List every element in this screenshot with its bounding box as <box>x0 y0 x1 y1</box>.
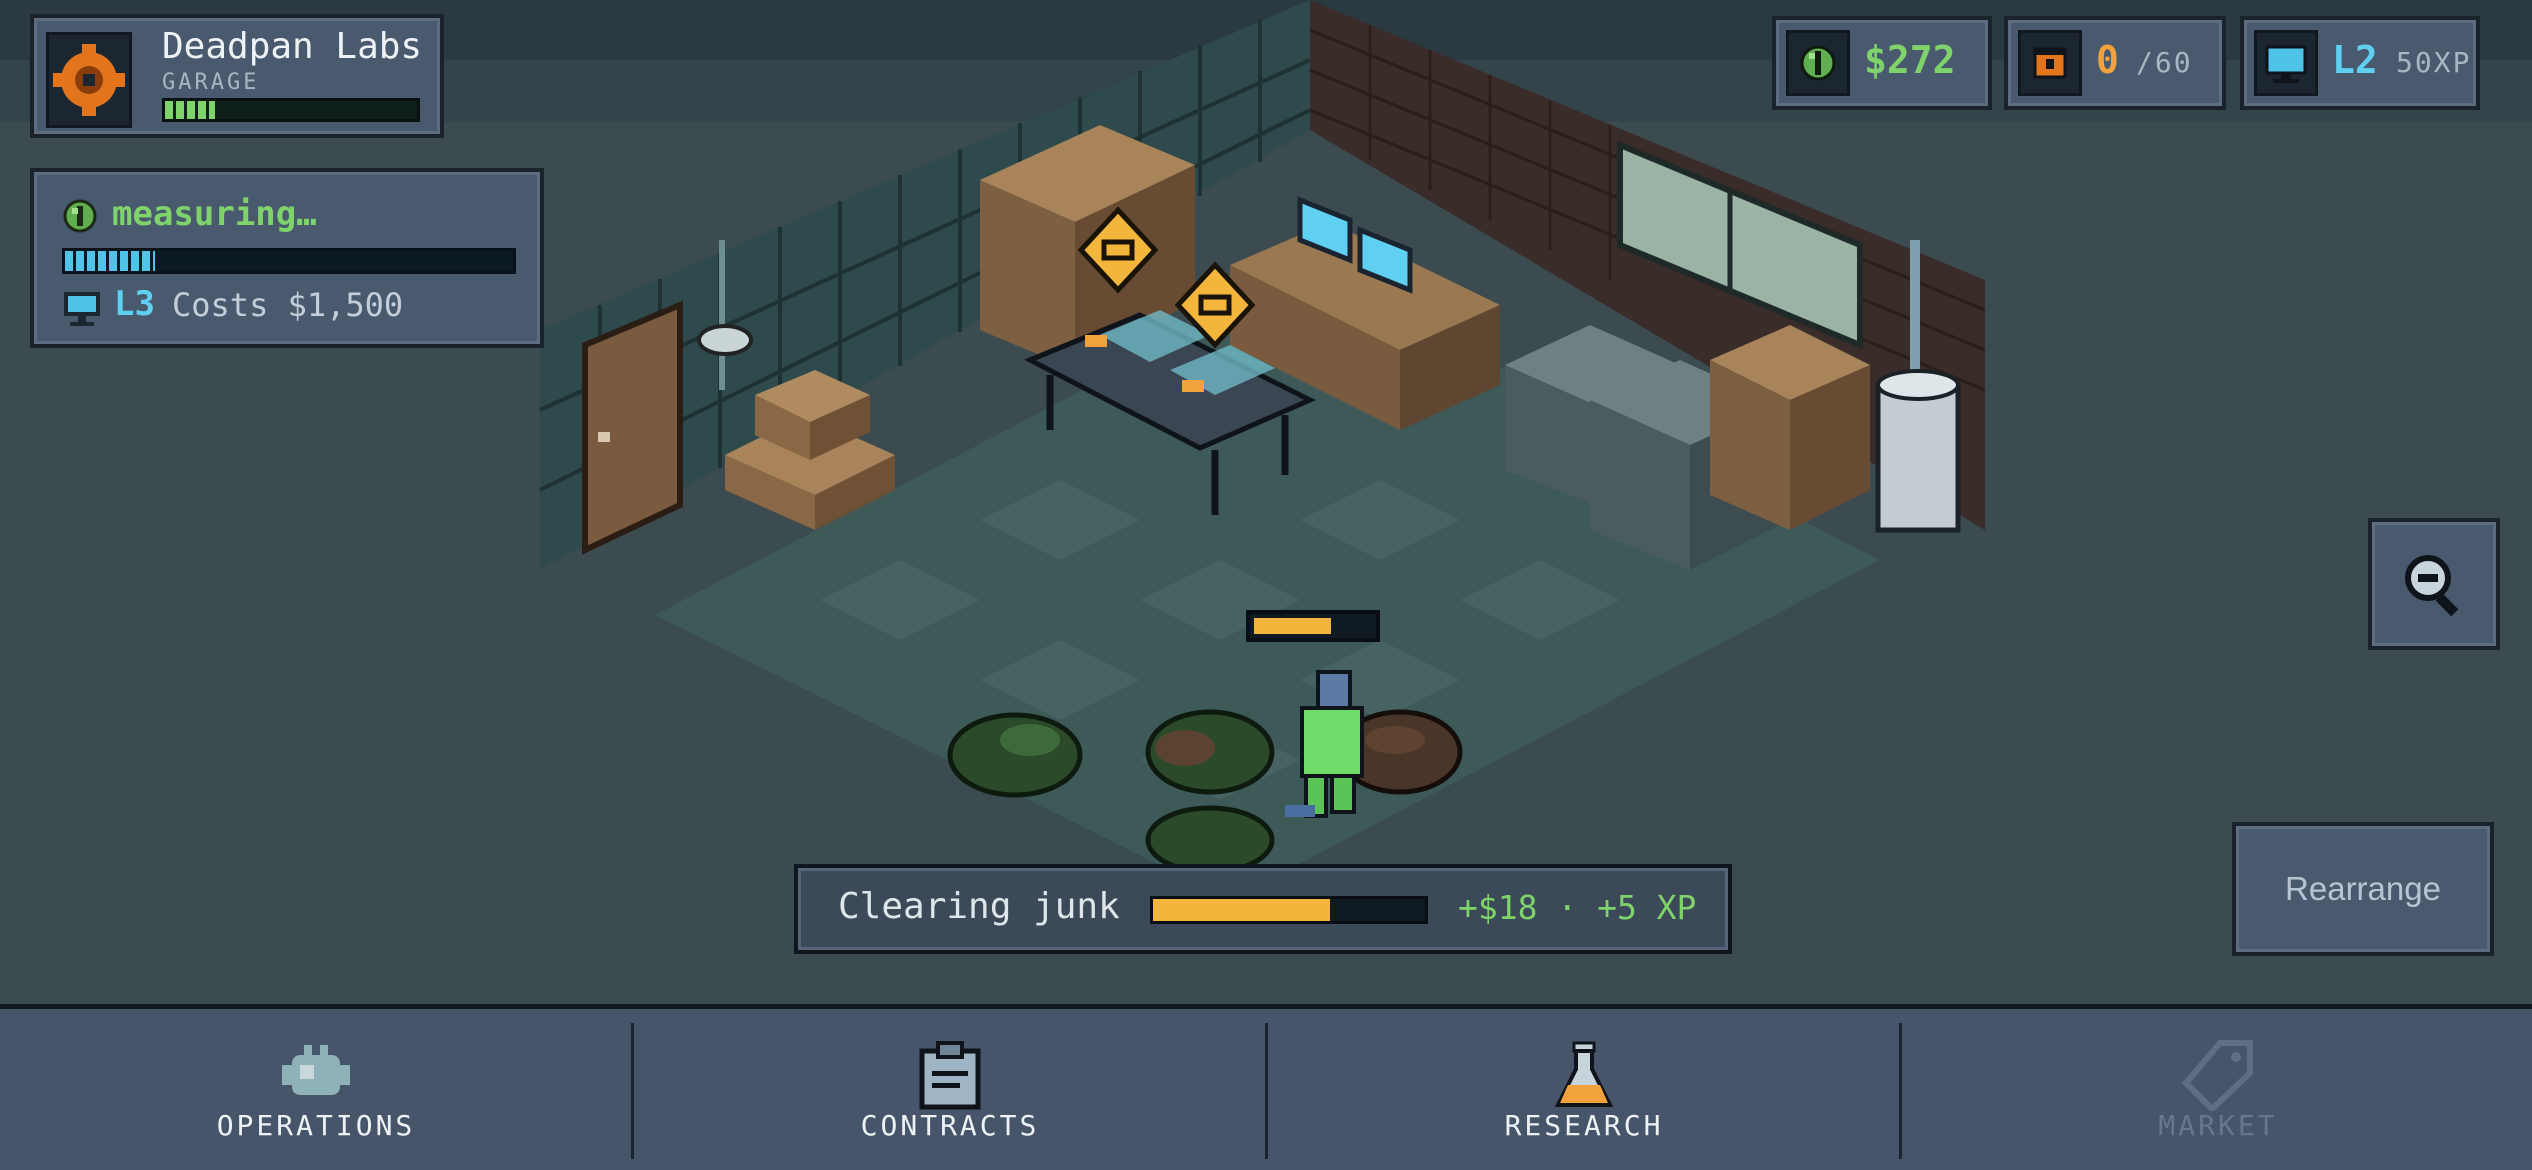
nav-contracts[interactable]: CONTRACTS <box>634 1009 1266 1170</box>
task-status: Clearing junk +$18 · +5 XP <box>794 864 1732 954</box>
money-stat[interactable]: $272 <box>1772 16 1992 110</box>
cash-icon <box>1786 30 1850 96</box>
magnifier-icon <box>2398 548 2470 620</box>
research-status-panel[interactable]: measuring… L3 Costs $1,500 <box>30 168 544 348</box>
clipboard-icon <box>912 1039 988 1111</box>
junk-pile[interactable] <box>947 712 1083 798</box>
task-progress-fill <box>1153 899 1330 921</box>
tag-icon <box>2180 1039 2256 1114</box>
crate-icon <box>2018 30 2082 96</box>
computer-icon <box>62 290 102 328</box>
lab-progress-bar <box>162 98 420 122</box>
status-orb-icon <box>62 198 98 234</box>
monitor-icon <box>2254 30 2318 96</box>
nav-research-label: RESEARCH <box>1504 1109 1664 1142</box>
nav-market[interactable]: MARKET <box>1902 1009 2532 1170</box>
storage-stat[interactable]: 0 /60 <box>2004 16 2226 110</box>
lab-gear-icon <box>46 32 132 128</box>
lab-progress-fill <box>165 101 216 119</box>
nav-market-label: MARKET <box>2158 1109 2278 1142</box>
lab-name: Deadpan Labs <box>162 26 423 67</box>
junk-pile[interactable] <box>1145 805 1275 875</box>
nav-research[interactable]: RESEARCH <box>1268 1009 1900 1170</box>
garage-scene[interactable] <box>0 0 2532 1000</box>
storage-max: /60 <box>2136 46 2193 79</box>
lab-tier: GARAGE <box>162 70 260 95</box>
bottom-nav: OPERATIONS CONTRACTS RESEARCH MARKET <box>0 1004 2532 1170</box>
storage-cabinet[interactable] <box>1710 325 1870 530</box>
next-level: L3 <box>114 284 155 324</box>
money-value: $272 <box>1864 38 1956 82</box>
junk-pile[interactable] <box>1145 709 1275 795</box>
nav-contracts-label: CONTRACTS <box>860 1109 1040 1142</box>
status-progress-fill <box>65 251 155 271</box>
upgrade-cost: Costs $1,500 <box>172 286 404 324</box>
status-progress-bar <box>62 248 516 274</box>
robot-icon <box>278 1039 354 1111</box>
nav-operations[interactable]: OPERATIONS <box>0 1009 632 1170</box>
flask-icon <box>1546 1039 1622 1111</box>
task-progress-bar <box>1150 896 1428 924</box>
door[interactable] <box>582 300 683 555</box>
nav-operations-label: OPERATIONS <box>216 1109 416 1142</box>
worker-progress-fill <box>1254 618 1331 634</box>
task-reward: +$18 · +5 XP <box>1458 888 1697 927</box>
level-value: L2 <box>2332 38 2378 82</box>
task-label: Clearing junk <box>838 886 1120 927</box>
level-stat[interactable]: L2 50XP <box>2240 16 2480 110</box>
xp-value: 50XP <box>2396 46 2472 79</box>
zoom-button[interactable] <box>2368 518 2500 650</box>
rearrange-button[interactable]: Rearrange <box>2232 822 2494 956</box>
storage-value: 0 <box>2096 38 2119 82</box>
status-text: measuring… <box>112 194 317 234</box>
lab-header[interactable]: Deadpan Labs GARAGE <box>30 14 444 138</box>
